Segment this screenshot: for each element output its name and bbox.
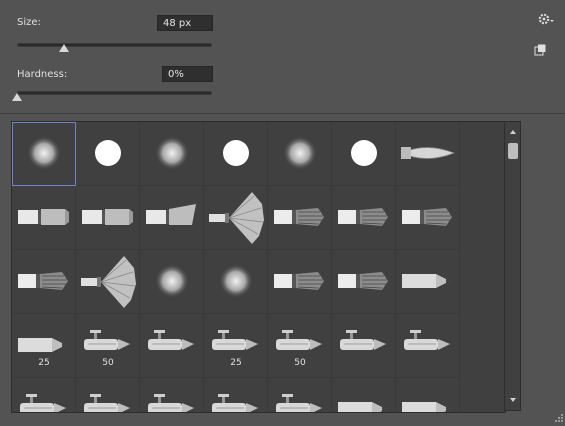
- brush-preset-angle[interactable]: [140, 186, 204, 250]
- brush-preset-soft[interactable]: [268, 122, 332, 186]
- soft-brush-thumbnail-icon: [283, 136, 317, 170]
- flat-brush-thumbnail-icon: [18, 209, 69, 225]
- brush-preset-soft[interactable]: [12, 122, 76, 186]
- airbrush-brush-thumbnail-icon: [148, 330, 194, 350]
- brush-preset-fan[interactable]: [76, 250, 140, 314]
- size-slider-track[interactable]: [17, 43, 212, 47]
- brush-preset-airbrush[interactable]: 25: [204, 314, 268, 378]
- brush-preset-hard[interactable]: [204, 122, 268, 186]
- airbrush-brush-thumbnail-icon: [340, 330, 386, 350]
- brush-preset-airbrush[interactable]: [332, 314, 396, 378]
- brush-preset-soft[interactable]: [204, 250, 268, 314]
- brush-size-label: 50: [102, 358, 114, 368]
- brush-preset-grid: 25 50 25 50: [11, 121, 506, 413]
- brush-preset-hard[interactable]: [332, 122, 396, 186]
- angle-brush-thumbnail-icon: [146, 204, 196, 225]
- brush-size-label: 50: [294, 358, 306, 368]
- flat-brush-thumbnail-icon: [82, 209, 133, 225]
- brush-preset-airbrush[interactable]: 50: [268, 314, 332, 378]
- brush-preset-airbrush[interactable]: [268, 378, 332, 412]
- brush-size-label: 25: [38, 358, 50, 368]
- brush-preset-pencil[interactable]: [332, 378, 396, 412]
- brush-preset-hard[interactable]: [76, 122, 140, 186]
- airbrush-brush-thumbnail-icon: [84, 330, 130, 350]
- airbrush-brush-thumbnail-icon: [20, 394, 66, 412]
- airbrush-brush-thumbnail-icon: [148, 394, 194, 412]
- brush-preset-bristle[interactable]: [268, 250, 332, 314]
- brush-preset-airbrush[interactable]: [76, 378, 140, 412]
- hard-brush-thumbnail-icon: [223, 140, 249, 166]
- brush-size-label: 25: [230, 358, 242, 368]
- divider: [0, 113, 565, 114]
- airbrush-brush-thumbnail-icon: [276, 394, 322, 412]
- bristle-brush-thumbnail-icon: [274, 272, 324, 290]
- brush-preset-airbrush[interactable]: [396, 314, 460, 378]
- size-input[interactable]: 48 px: [157, 15, 213, 31]
- preset-scrollbar[interactable]: [504, 121, 521, 411]
- soft-brush-thumbnail-icon: [155, 136, 189, 170]
- brush-preset-pencil[interactable]: 25: [12, 314, 76, 378]
- scroll-down-arrow-icon[interactable]: [510, 398, 516, 402]
- soft-brush-thumbnail-icon: [27, 136, 61, 170]
- brush-preset-airbrush[interactable]: [12, 378, 76, 412]
- brush-preset-flat[interactable]: [12, 186, 76, 250]
- brush-preset-pencil[interactable]: [396, 378, 460, 412]
- tip-brush-thumbnail-icon: [401, 147, 456, 159]
- resize-grip-icon[interactable]: [555, 414, 563, 422]
- airbrush-brush-thumbnail-icon: [84, 394, 130, 412]
- brush-preset-bristle[interactable]: [332, 250, 396, 314]
- new-preset-icon[interactable]: [534, 44, 546, 56]
- size-slider-thumb[interactable]: [58, 44, 69, 52]
- pencil-brush-thumbnail-icon: [338, 402, 388, 412]
- brush-preset-airbrush[interactable]: [140, 378, 204, 412]
- brush-preset-pencil[interactable]: [396, 250, 460, 314]
- hardness-label: Hardness:: [17, 69, 68, 80]
- brush-preset-tip[interactable]: [396, 122, 460, 186]
- pencil-brush-thumbnail-icon: [18, 338, 68, 352]
- brush-preset-flat[interactable]: [76, 186, 140, 250]
- size-label: Size:: [17, 17, 41, 28]
- bristle-brush-thumbnail-icon: [274, 208, 324, 226]
- brush-preset-fan[interactable]: [204, 186, 268, 250]
- scroll-up-arrow-icon[interactable]: [510, 130, 516, 134]
- brush-preset-soft[interactable]: [140, 122, 204, 186]
- airbrush-brush-thumbnail-icon: [404, 330, 450, 350]
- airbrush-brush-thumbnail-icon: [212, 394, 258, 412]
- pencil-brush-thumbnail-icon: [402, 274, 452, 288]
- gear-icon[interactable]: [537, 12, 555, 26]
- hard-brush-thumbnail-icon: [351, 140, 377, 166]
- hard-brush-thumbnail-icon: [95, 140, 121, 166]
- pencil-brush-thumbnail-icon: [402, 402, 452, 412]
- hardness-slider-track[interactable]: [17, 91, 212, 95]
- brush-preset-airbrush[interactable]: [204, 378, 268, 412]
- bristle-brush-thumbnail-icon: [18, 272, 68, 290]
- brush-preset-bristle[interactable]: [268, 186, 332, 250]
- soft-brush-thumbnail-icon: [219, 264, 253, 298]
- airbrush-brush-thumbnail-icon: [276, 330, 322, 350]
- airbrush-brush-thumbnail-icon: [212, 330, 258, 350]
- hardness-input[interactable]: 0%: [162, 66, 213, 82]
- brush-preset-bristle[interactable]: [12, 250, 76, 314]
- fan-brush-thumbnail-icon: [81, 256, 136, 308]
- brush-preset-bristle[interactable]: [396, 186, 460, 250]
- brush-preset-airbrush[interactable]: [140, 314, 204, 378]
- hardness-slider-thumb[interactable]: [12, 93, 22, 101]
- soft-brush-thumbnail-icon: [155, 264, 189, 298]
- bristle-brush-thumbnail-icon: [338, 208, 388, 226]
- bristle-brush-thumbnail-icon: [402, 208, 452, 226]
- bristle-brush-thumbnail-icon: [338, 272, 388, 290]
- fan-brush-thumbnail-icon: [209, 192, 264, 244]
- scroll-thumb[interactable]: [508, 143, 518, 159]
- brush-preset-bristle[interactable]: [332, 186, 396, 250]
- brush-preset-airbrush[interactable]: 50: [76, 314, 140, 378]
- brush-preset-soft[interactable]: [140, 250, 204, 314]
